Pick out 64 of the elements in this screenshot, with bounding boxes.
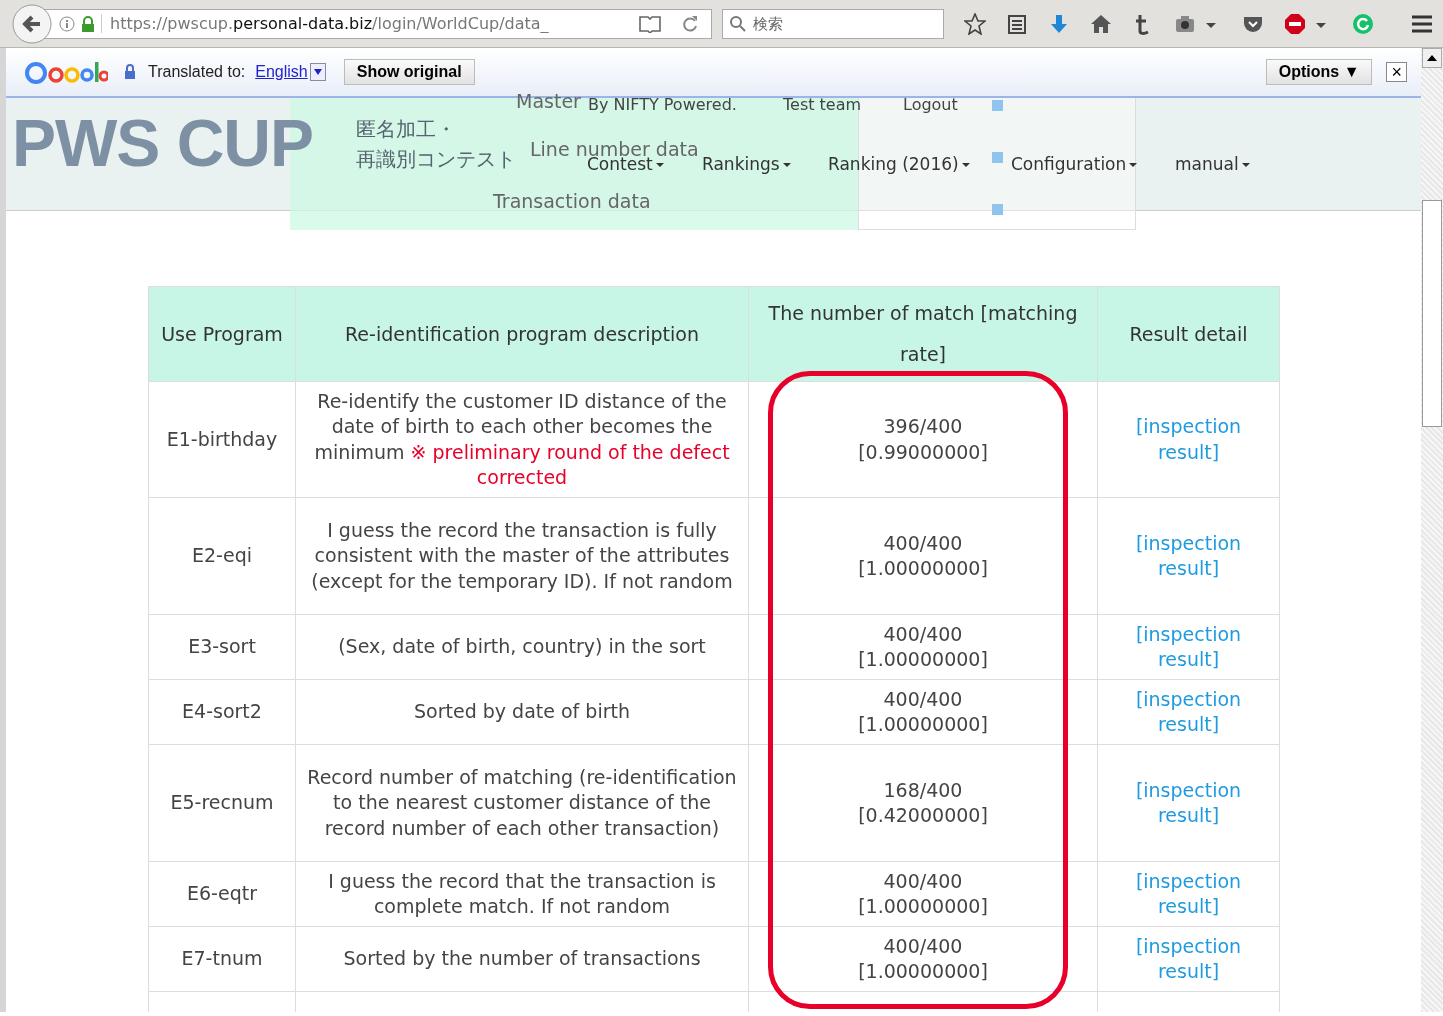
language-link[interactable]: English [255,63,308,81]
url-text: https://pwscup.personal-data.biz/login/WorldCup/data_ [101,14,633,33]
dropdown-icon[interactable] [309,63,326,81]
table-cell: Re-identify the customer ID distance of the date of birth to each other becomes the minimum ※ preliminary round of the defect corrected [295,381,749,498]
table-cell: I guess the record that the transaction is complete match. If not random [295,861,749,927]
star-icon[interactable] [964,12,986,35]
nav-menu[interactable]: Ranking (2016) [828,154,970,174]
table-cell: E2-eqi [148,497,296,615]
menu-icon[interactable] [1411,13,1433,34]
square-icon [992,204,1003,215]
table-cell: 396/400 [0.99000000] [748,381,1098,498]
info-icon [59,15,75,32]
table-cell: E5-recnum [148,744,296,862]
table-cell: E1-birthday [148,381,296,498]
table-cell: 400/400 [1.00000000] [748,497,1098,615]
table-cell: I guess the record the transaction is fully consistent with the master of the attributes (except for the temporary ID). If not random [295,497,749,615]
table-cell: Record number of matching (re-identification to the nearest customer distance of the record number of each other transaction) [295,744,749,862]
nav-menu[interactable]: Rankings [702,154,791,174]
table-cell: E7-tnum [148,926,296,992]
options-button[interactable]: Options ▼ [1265,59,1373,85]
reload-icon[interactable] [681,14,699,33]
dropdown-item[interactable]: Master [516,90,581,112]
table-cell: E6-eqtr [148,861,296,927]
download-icon[interactable] [1048,12,1070,35]
nav-menu[interactable]: manual [1175,154,1250,174]
lock-icon [81,15,95,32]
column-header: Re-identification program description [295,286,749,382]
scroll-up-icon[interactable] [1422,48,1442,68]
stop-sign-icon[interactable] [1284,12,1306,35]
table-cell: 400/400 [1.00000000] [748,926,1098,992]
url-field[interactable]: https://pwscup.personal-data.biz/login/WorldCup/data_ [42,8,712,39]
table-cell: 400/400 [1.00000000] [748,614,1098,680]
scroll-thumb[interactable] [1422,200,1442,427]
header-link[interactable]: By NIFTY Powered. [588,95,737,114]
square-icon [992,100,1003,111]
table-cell: (Sex, date of birth, country) in the sort [295,614,749,680]
table-cell: 400/400 [1.00000000] [748,679,1098,745]
header-link[interactable]: Test team [783,95,862,114]
search-field[interactable]: 検索 [722,8,944,39]
close-button[interactable]: × [1386,62,1407,82]
column-header: The number of match [matching rate] [748,286,1098,382]
table-cell: Sorted by date of birth [295,679,749,745]
table-cell: 168/400 [0.42000000] [748,744,1098,862]
translate-label: Translated to: [148,63,246,81]
site-subtitle: 匿名加工・ [356,116,456,143]
show-original-button[interactable]: Show original [343,59,475,85]
square-icon [992,152,1003,163]
scrollbar[interactable] [1421,48,1443,1012]
table-cell: Sorted by the number of transactions [295,926,749,992]
nav-menu[interactable]: Configuration [1011,154,1138,174]
site-subtitle: 再識別コンテスト [356,146,516,173]
site-logo: PWS CUP [12,110,314,176]
book-icon[interactable] [639,14,661,33]
lock-icon [124,64,136,80]
column-header: Result detail [1097,286,1280,382]
back-icon[interactable] [12,3,52,44]
table-cell: 400/400 [1.00000000] [748,861,1098,927]
list-icon[interactable] [1006,12,1028,35]
table-cell: E3-sort [148,614,296,680]
home-icon[interactable] [1090,12,1112,35]
table-cell: E4-sort2 [148,679,296,745]
dropdown-item[interactable]: Transaction data [493,190,651,212]
column-header: Use Program [148,286,296,382]
header-link[interactable]: Logout [903,95,958,114]
